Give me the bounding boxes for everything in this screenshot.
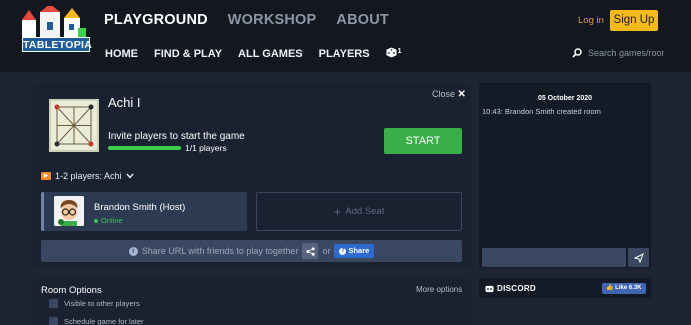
close-button[interactable]: Close ✕ bbox=[432, 89, 466, 100]
nav-find-play[interactable]: FIND & PLAY bbox=[154, 48, 222, 60]
option-visible-label: Visible to other players bbox=[64, 299, 140, 308]
share-bar: i Share URL with friends to play togethe… bbox=[41, 240, 462, 262]
checkbox-visible[interactable] bbox=[49, 299, 58, 308]
dice-icon bbox=[386, 47, 397, 58]
share-link-button[interactable] bbox=[302, 243, 319, 259]
search-box bbox=[572, 48, 664, 58]
nav-workshop[interactable]: WORKSHOP bbox=[228, 12, 317, 28]
players-badge-icon: ▶ bbox=[41, 172, 51, 180]
logo-text: TABLETOPIA bbox=[22, 37, 93, 52]
nav-all-games[interactable]: ALL GAMES bbox=[238, 48, 303, 60]
player-status: Online bbox=[94, 216, 123, 225]
tabletopia-logo[interactable]: TABLETOPIA bbox=[14, 4, 93, 60]
chevron-down-icon bbox=[126, 173, 134, 179]
online-dot-icon bbox=[94, 218, 98, 223]
progress-fill bbox=[108, 146, 181, 150]
room-options-title: Room Options bbox=[41, 285, 102, 296]
main-nav: PLAYGROUND WORKSHOP ABOUT bbox=[104, 12, 389, 28]
facebook-share-button[interactable]: f Share bbox=[334, 244, 375, 258]
players-count: 1/1 players bbox=[185, 143, 227, 153]
game-thumbnail bbox=[49, 99, 99, 152]
search-icon[interactable] bbox=[572, 48, 582, 58]
avatar bbox=[54, 196, 84, 226]
discord-label: DISCORD bbox=[497, 284, 536, 293]
add-seat-button[interactable]: + Add Seat bbox=[256, 192, 462, 231]
chat-input[interactable] bbox=[482, 248, 626, 267]
signup-button[interactable]: Sign Up bbox=[610, 10, 658, 31]
discord-link[interactable]: DISCORD bbox=[485, 284, 536, 293]
player-name: Brandon Smith (Host) bbox=[94, 202, 186, 213]
nav-players[interactable]: PLAYERS bbox=[319, 48, 370, 60]
chat-date: 05 October 2020 bbox=[537, 95, 593, 102]
plus-icon: + bbox=[333, 204, 342, 219]
option-schedule-label: Schedule game for later bbox=[64, 317, 144, 325]
players-dropdown[interactable]: ▶ 1-2 players: Achi bbox=[41, 171, 134, 181]
player-seat-card[interactable]: Brandon Smith (Host) Online bbox=[41, 192, 247, 231]
top-bar bbox=[0, 0, 691, 72]
search-input[interactable] bbox=[588, 48, 664, 58]
login-link[interactable]: Log in bbox=[578, 15, 604, 26]
close-icon: ✕ bbox=[457, 89, 466, 100]
close-label: Close bbox=[432, 89, 456, 99]
share-text: Share URL with friends to play together bbox=[141, 246, 299, 256]
more-options-link[interactable]: More options bbox=[416, 285, 462, 294]
or-text: or bbox=[322, 246, 331, 256]
send-icon bbox=[633, 252, 644, 263]
add-seat-label: Add Seat bbox=[345, 206, 385, 217]
nav-about[interactable]: ABOUT bbox=[336, 12, 389, 28]
checkbox-schedule[interactable] bbox=[49, 317, 58, 325]
achi-board-image bbox=[54, 104, 94, 147]
thumbs-up-icon: 👍 bbox=[606, 285, 614, 291]
dice-notifications[interactable]: 1 bbox=[386, 47, 402, 61]
dice-count: 1 bbox=[397, 48, 402, 55]
players-progress-bar bbox=[108, 146, 181, 150]
game-title: Achi I bbox=[108, 95, 141, 110]
discord-icon bbox=[485, 285, 494, 292]
option-visible[interactable]: Visible to other players bbox=[49, 299, 140, 308]
players-select-label: 1-2 players: Achi bbox=[55, 171, 122, 181]
facebook-icon: f bbox=[339, 247, 347, 255]
facebook-like-label: Like 6.3K bbox=[615, 285, 642, 291]
chat-message: 10:43: Brandon Smith created room bbox=[482, 107, 601, 116]
facebook-like-button[interactable]: 👍 Like 6.3K bbox=[602, 283, 646, 294]
share-icon bbox=[306, 246, 315, 256]
nav-playground[interactable]: PLAYGROUND bbox=[104, 12, 208, 28]
send-button[interactable] bbox=[628, 248, 649, 267]
info-icon: i bbox=[128, 246, 138, 256]
sub-nav: HOME FIND & PLAY ALL GAMES PLAYERS 1 bbox=[105, 47, 401, 61]
start-button[interactable]: START bbox=[384, 128, 462, 154]
facebook-share-label: Share bbox=[348, 246, 370, 255]
player-status-label: Online bbox=[101, 216, 123, 225]
nav-home[interactable]: HOME bbox=[105, 48, 138, 60]
player-avatar-icon bbox=[54, 196, 84, 226]
invite-text: Invite players to start the game bbox=[108, 131, 245, 142]
option-schedule[interactable]: Schedule game for later bbox=[49, 317, 144, 325]
